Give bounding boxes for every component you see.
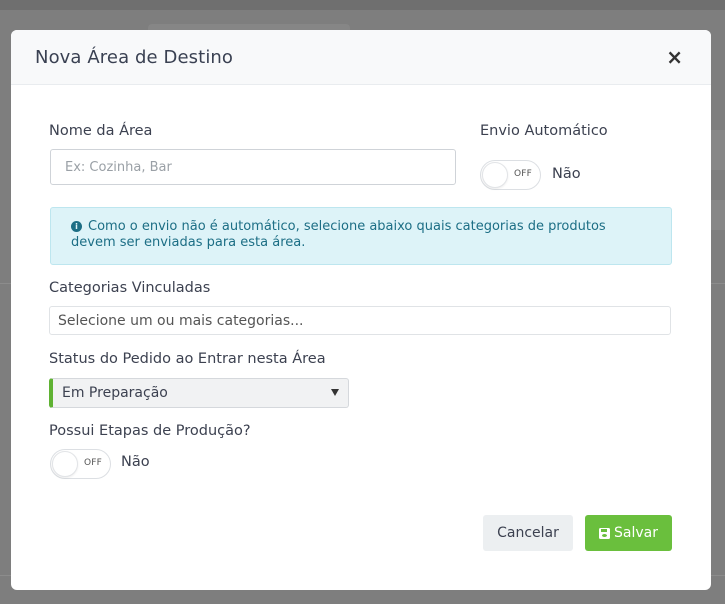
save-button[interactable]: Salvar <box>585 515 672 551</box>
area-name-field[interactable] <box>50 149 456 185</box>
background-block <box>711 200 725 230</box>
info-alert-text: Como o envio não é automático, selecione… <box>71 219 606 250</box>
auto-send-toggle[interactable]: OFF <box>480 160 541 190</box>
background-block <box>711 130 725 170</box>
area-name-input[interactable] <box>65 159 455 175</box>
new-destination-area-modal: Nova Área de Destino × Nome da Área Envi… <box>11 30 711 590</box>
modal-header: Nova Área de Destino × <box>11 30 711 85</box>
area-name-label: Nome da Área <box>49 123 153 139</box>
toggle-off-text: OFF <box>513 169 532 179</box>
production-stages-label: Possui Etapas de Produção? <box>49 423 251 439</box>
cancel-button[interactable]: Cancelar <box>483 515 573 551</box>
toggle-knob <box>52 451 78 477</box>
background-header <box>0 0 725 10</box>
order-status-select[interactable]: Em Preparação <box>49 378 349 408</box>
save-button-label: Salvar <box>614 525 658 541</box>
toggle-off-text: OFF <box>83 458 102 468</box>
auto-send-state: Não <box>552 166 581 182</box>
modal-title: Nova Área de Destino <box>35 46 234 68</box>
production-stages-state: Não <box>121 454 150 470</box>
categories-multiselect[interactable]: Selecione um ou mais categorias... <box>49 306 671 335</box>
order-status-label: Status do Pedido ao Entrar nesta Área <box>49 351 326 367</box>
categories-label: Categorias Vinculadas <box>49 280 211 296</box>
categories-placeholder: Selecione um ou mais categorias... <box>58 312 304 329</box>
info-circle-icon: i <box>71 221 82 232</box>
toggle-knob <box>482 162 508 188</box>
info-alert: i Como o envio não é automático, selecion… <box>50 207 672 265</box>
caret-down-icon <box>331 389 339 396</box>
floppy-disk-icon <box>599 527 610 539</box>
close-icon[interactable]: × <box>666 47 683 67</box>
order-status-value: Em Preparação <box>62 385 168 401</box>
auto-send-label: Envio Automático <box>480 123 608 139</box>
production-stages-toggle[interactable]: OFF <box>50 449 111 479</box>
